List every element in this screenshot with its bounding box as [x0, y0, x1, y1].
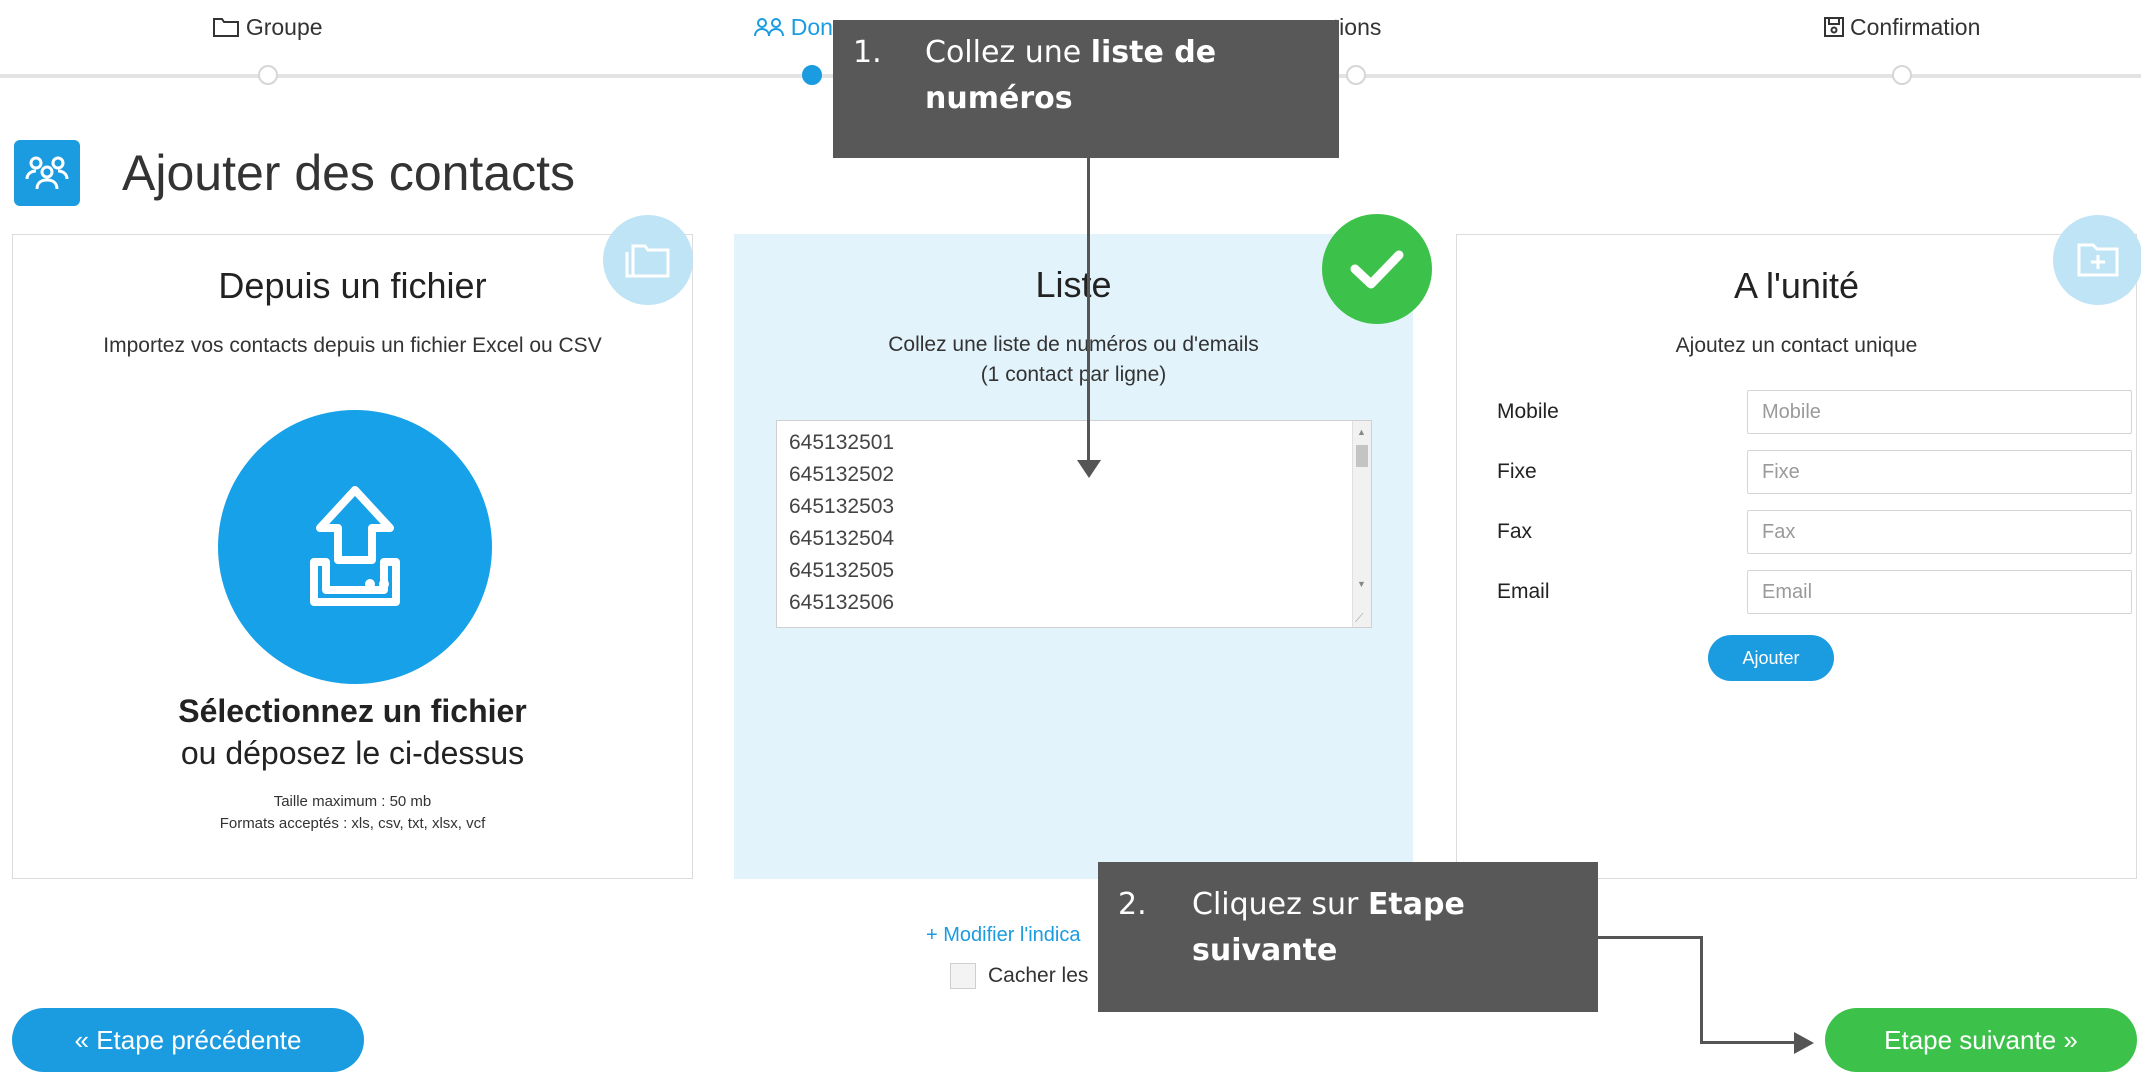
fax-row: Fax	[1497, 510, 2132, 556]
callout-number: 1.	[853, 35, 882, 70]
step-dot-confirmation[interactable]	[1892, 65, 1912, 85]
numbers-content: 645132501 645132502 645132503 645132504 …	[789, 431, 895, 614]
contacts-icon	[14, 140, 80, 206]
panel-subtitle: Importez vos contacts depuis un fichier …	[103, 334, 602, 357]
drop-text: ou déposez le ci-dessus	[180, 735, 525, 771]
resize-handle-icon[interactable]: ⟋	[1355, 611, 1369, 625]
callout-step-1: 1. Collez une liste de numéros	[833, 20, 1339, 158]
callout2-arrow-line-c	[1700, 1041, 1800, 1044]
panel-subtitle: Ajoutez un contact unique	[1675, 334, 1918, 357]
contacts-icon	[754, 14, 790, 40]
hide-label: Cacher les	[988, 964, 1089, 987]
callout1-arrow-line	[1087, 156, 1090, 466]
list-panel[interactable]: Liste Collez une liste de numéros ou d'e…	[734, 214, 1432, 879]
step-dot-donnees[interactable]	[802, 65, 822, 85]
accepted-formats: Formats acceptés : xls, csv, txt, xlsx, …	[219, 815, 486, 832]
folder-icon	[213, 14, 245, 40]
step-label: Confirmation	[1850, 14, 1981, 40]
page-title: Ajouter des contacts	[122, 145, 576, 201]
email-label: Email	[1497, 580, 1550, 603]
modify-prefix-link[interactable]: + Modifier l'indica	[926, 924, 1080, 947]
callout2-arrow-line-b	[1700, 936, 1703, 1043]
mobile-row: Mobile	[1497, 390, 2132, 436]
numbers-textarea[interactable]: 645132501 645132502 645132503 645132504 …	[776, 420, 1372, 628]
previous-step-button[interactable]: « Etape précédente	[12, 1008, 364, 1072]
mobile-label: Mobile	[1497, 400, 1559, 423]
step-label: Groupe	[245, 14, 323, 40]
upload-icon	[310, 486, 400, 606]
subtitle-line: Collez une liste de numéros ou d'emails	[888, 333, 1259, 356]
email-input[interactable]	[1747, 570, 2132, 614]
select-file-text: Sélectionnez un fichier	[178, 693, 527, 729]
arrow-right-icon	[1794, 1032, 1814, 1054]
step-dot-options[interactable]	[1346, 65, 1366, 85]
callout-text-plain: Collez une	[925, 35, 1091, 70]
step-dot-groupe[interactable]	[258, 65, 278, 85]
mobile-input[interactable]	[1747, 390, 2132, 434]
single-contact-panel[interactable]: A l'unité Ajoutez un contact unique Mobi…	[1456, 215, 2141, 879]
panel-title: Liste	[1035, 264, 1112, 305]
fax-input[interactable]	[1747, 510, 2132, 554]
email-row: Email	[1497, 570, 2132, 616]
panel-title: Depuis un fichier	[218, 265, 487, 306]
callout-text-plain: Cliquez sur	[1192, 887, 1368, 922]
fax-label: Fax	[1497, 520, 1533, 543]
next-step-button[interactable]: Etape suivante »	[1825, 1008, 2137, 1072]
panel-subtitle: Collez une liste de numéros ou d'emails …	[734, 330, 1413, 390]
callout-text: Collez une liste de numéros	[925, 30, 1225, 122]
scrollbar-thumb[interactable]	[1356, 445, 1368, 467]
file-limits: Taille maximum : 50 mb Formats acceptés …	[13, 791, 692, 835]
panel-title: A l'unité	[1734, 265, 1859, 306]
save-icon	[1823, 14, 1850, 40]
fixe-input[interactable]	[1747, 450, 2132, 494]
scroll-down-icon[interactable]: ▼	[1357, 579, 1366, 589]
step-groupe[interactable]: Groupe	[68, 14, 468, 41]
step-confirmation[interactable]: Confirmation	[1702, 14, 2102, 41]
add-contact-button[interactable]: Ajouter	[1708, 635, 1834, 681]
hide-checkbox[interactable]	[950, 963, 976, 989]
page-header: Ajouter des contacts	[14, 140, 575, 206]
fixe-row: Fixe	[1497, 450, 2132, 496]
callout-text: Cliquez sur Etape suivante	[1192, 882, 1492, 974]
textarea-scrollbar[interactable]: ▲ ▼	[1352, 421, 1371, 627]
callout-number: 2.	[1118, 887, 1147, 922]
file-import-panel[interactable]: Depuis un fichier Importez vos contacts …	[12, 215, 693, 879]
callout-step-2: 2. Cliquez sur Etape suivante	[1098, 862, 1598, 1012]
arrow-down-icon	[1077, 460, 1101, 478]
fixe-label: Fixe	[1497, 460, 1537, 483]
scroll-up-icon[interactable]: ▲	[1357, 427, 1366, 437]
callout2-arrow-line-a	[1598, 936, 1701, 939]
subtitle-line: (1 contact par ligne)	[980, 363, 1167, 386]
upload-button[interactable]	[218, 410, 492, 684]
max-size: Taille maximum : 50 mb	[273, 793, 432, 810]
